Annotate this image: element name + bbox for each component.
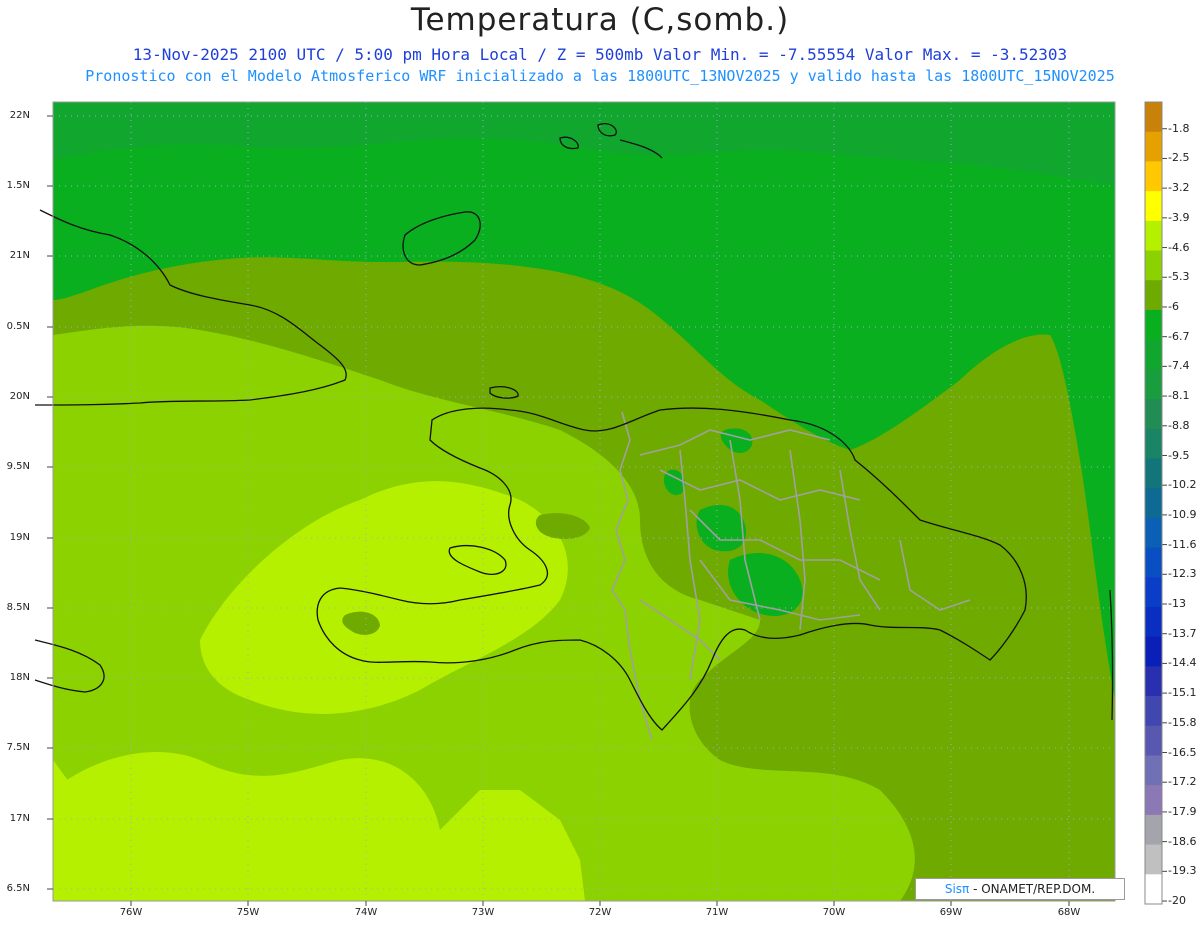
lat-label-18n: 18N bbox=[9, 672, 30, 683]
colorbar-label: -8.1 bbox=[1168, 389, 1190, 403]
colorbar-swatch bbox=[1145, 369, 1162, 400]
lat-label-17n: 17N bbox=[9, 813, 30, 824]
colorbar-label: -4.6 bbox=[1168, 240, 1190, 254]
lat-label-21-5n: 1.5N bbox=[6, 180, 30, 191]
colorbar-swatch bbox=[1145, 102, 1162, 133]
colorbar-swatch bbox=[1145, 785, 1162, 816]
colorbar bbox=[1144, 101, 1167, 905]
colorbar-label: -10.2 bbox=[1168, 478, 1197, 492]
colorbar-swatch bbox=[1145, 814, 1162, 846]
colorbar-label: -17.2 bbox=[1168, 775, 1197, 789]
sispi-logo: Sisπ bbox=[944, 882, 970, 896]
lat-label-19n: 19N bbox=[9, 532, 30, 543]
colorbar-swatch bbox=[1145, 547, 1162, 578]
lon-label-72w: 72W bbox=[588, 907, 612, 918]
colorbar-swatch bbox=[1145, 844, 1162, 875]
lon-label-68w: 68W bbox=[1057, 907, 1081, 918]
colorbar-label: -13 bbox=[1168, 597, 1186, 610]
colorbar-label: -9.5 bbox=[1168, 448, 1190, 462]
colorbar-label: -18.6 bbox=[1168, 834, 1197, 848]
lat-label-20-5n: 0.5N bbox=[6, 321, 30, 332]
lat-label-16-5n: 6.5N bbox=[6, 883, 30, 894]
colorbar-label: -5.3 bbox=[1168, 270, 1190, 284]
credit-org: - ONAMET/REP.DOM. bbox=[969, 882, 1096, 896]
temperature-map bbox=[34, 101, 1167, 906]
colorbar-swatch bbox=[1145, 220, 1162, 252]
colorbar-swatch bbox=[1145, 874, 1162, 905]
colorbar-label: -14.4 bbox=[1168, 656, 1197, 670]
lat-label-21n: 21N bbox=[9, 250, 30, 261]
lon-label-69w: 69W bbox=[939, 907, 963, 918]
colorbar-swatch bbox=[1145, 250, 1162, 281]
lat-label-20n: 20N bbox=[9, 391, 30, 402]
colorbar-swatch bbox=[1145, 131, 1162, 162]
colorbar-swatch bbox=[1145, 191, 1162, 222]
colorbar-swatch bbox=[1145, 606, 1162, 638]
colorbar-label: -13.7 bbox=[1168, 626, 1197, 640]
colorbar-label: -19.3 bbox=[1168, 864, 1197, 878]
lat-label-18-5n: 8.5N bbox=[6, 602, 30, 613]
colorbar-swatch bbox=[1145, 577, 1162, 608]
colorbar-label: -6.7 bbox=[1168, 329, 1190, 343]
colorbar-label: -11.6 bbox=[1168, 537, 1197, 551]
lon-label-73w: 73W bbox=[471, 907, 495, 918]
lat-label-19-5n: 9.5N bbox=[6, 461, 30, 472]
colorbar-swatch bbox=[1145, 696, 1162, 727]
lon-label-76w: 76W bbox=[119, 907, 143, 918]
credit-box: Sisπ - ONAMET/REP.DOM. bbox=[915, 878, 1125, 900]
colorbar-swatch bbox=[1145, 755, 1162, 786]
colorbar-label: -20 bbox=[1168, 894, 1186, 907]
colorbar-swatch bbox=[1145, 636, 1162, 667]
colorbar-swatch bbox=[1145, 725, 1162, 756]
colorbar-label: -10.9 bbox=[1168, 507, 1197, 521]
lon-label-74w: 74W bbox=[354, 907, 378, 918]
colorbar-swatch bbox=[1145, 458, 1162, 489]
colorbar-label: -2.5 bbox=[1168, 151, 1190, 165]
colorbar-swatch bbox=[1145, 488, 1162, 519]
colorbar-label: -12.3 bbox=[1168, 567, 1197, 581]
colorbar-swatch bbox=[1145, 428, 1162, 459]
colorbar-label: -3.2 bbox=[1168, 181, 1190, 195]
plot-area bbox=[53, 102, 1115, 901]
lon-label-70w: 70W bbox=[822, 907, 846, 918]
colorbar-swatch bbox=[1145, 280, 1162, 311]
lon-label-75w: 75W bbox=[236, 907, 260, 918]
colorbar-label: -8.8 bbox=[1168, 418, 1190, 432]
colorbar-label: -3.9 bbox=[1168, 210, 1190, 224]
colorbar-swatch bbox=[1145, 399, 1162, 430]
colorbar-swatch bbox=[1145, 161, 1162, 192]
colorbar-label: -16.5 bbox=[1168, 745, 1197, 759]
colorbar-swatch bbox=[1145, 517, 1162, 549]
colorbar-label: -6 bbox=[1168, 300, 1179, 313]
colorbar-label: -7.4 bbox=[1168, 359, 1190, 373]
colorbar-label: -17.9 bbox=[1168, 804, 1197, 818]
colorbar-swatch bbox=[1145, 309, 1162, 341]
colorbar-swatch bbox=[1145, 666, 1162, 697]
colorbar-label: -1.8 bbox=[1168, 121, 1190, 135]
lat-label-22n: 22N bbox=[9, 110, 30, 121]
colorbar-label: -15.8 bbox=[1168, 715, 1197, 729]
lat-label-17-5n: 7.5N bbox=[6, 742, 30, 753]
lon-label-71w: 71W bbox=[705, 907, 729, 918]
colorbar-swatch bbox=[1145, 339, 1162, 370]
colorbar-label: -15.1 bbox=[1168, 686, 1197, 700]
